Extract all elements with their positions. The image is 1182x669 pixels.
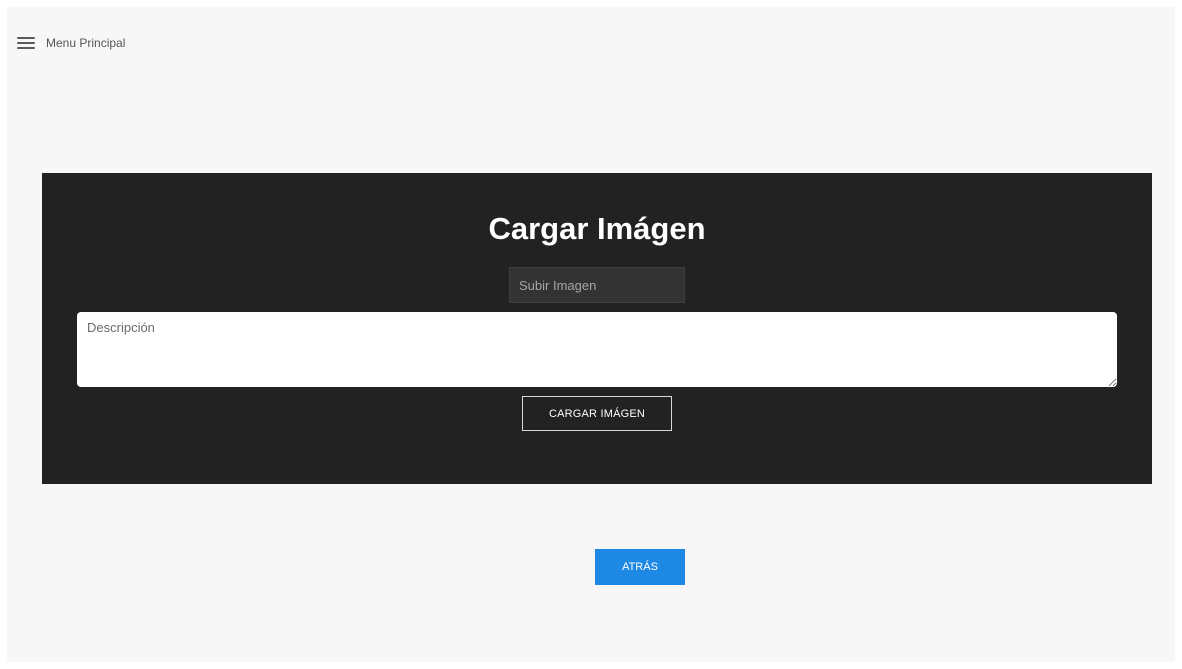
hamburger-line — [17, 42, 35, 44]
hamburger-line — [17, 47, 35, 49]
menu-label[interactable]: Menu Principal — [46, 36, 125, 50]
hamburger-line — [17, 37, 35, 39]
upload-file-input[interactable] — [509, 267, 685, 303]
page-background: Menu Principal Cargar Imágen CARGAR IMÁG… — [7, 7, 1175, 662]
page-title: Cargar Imágen — [488, 211, 706, 246]
upload-image-button[interactable]: CARGAR IMÁGEN — [522, 396, 672, 431]
description-textarea[interactable] — [77, 312, 1117, 387]
upload-image-card: Cargar Imágen CARGAR IMÁGEN — [42, 173, 1152, 484]
hamburger-icon[interactable] — [17, 37, 35, 49]
back-button[interactable]: ATRÁS — [595, 549, 685, 585]
main-menu-toggle[interactable]: Menu Principal — [17, 34, 125, 52]
